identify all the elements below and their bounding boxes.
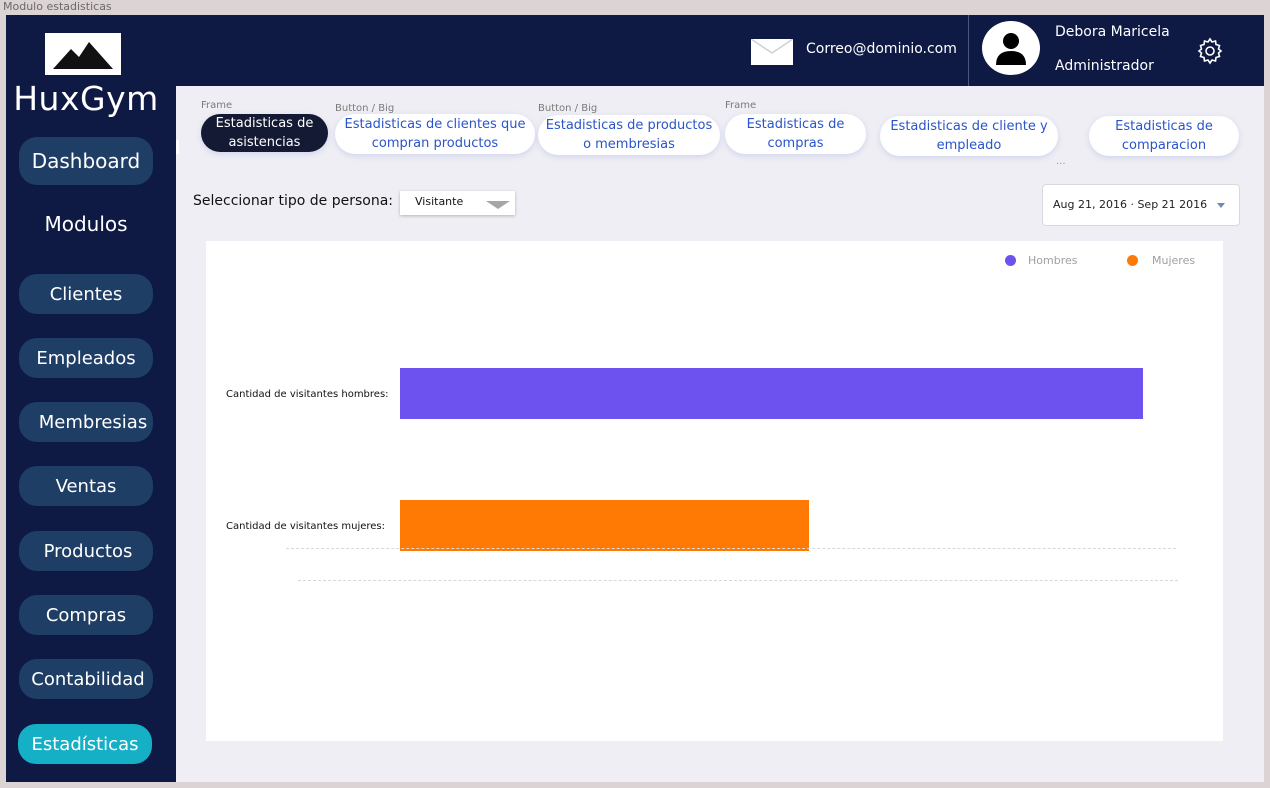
app-frame: HuxGym Dashboard Modulos Clientes Emplea…	[6, 15, 1264, 782]
sidebar-item-clientes[interactable]: Clientes	[19, 274, 153, 314]
bar-label-hombres: Cantidad de visitantes hombres:	[226, 389, 389, 400]
mail-icon[interactable]	[750, 38, 794, 69]
sidebar-notch	[176, 140, 179, 154]
tab-tag: Button / Big	[335, 103, 395, 114]
person-type-value: Visitante	[415, 195, 464, 208]
sidebar-item-estadisticas[interactable]: Estadísticas	[18, 724, 152, 764]
attendance-chart: Hombres Mujeres Cantidad de visitantes h…	[206, 241, 1223, 741]
date-range-value: Aug 21, 2016 · Sep 21 2016	[1053, 198, 1208, 211]
legend-label-mujeres: Mujeres	[1152, 254, 1196, 267]
person-type-label: Seleccionar tipo de persona:	[193, 193, 394, 209]
tab-tag: Frame	[725, 100, 757, 111]
sidebar-item-compras[interactable]: Compras	[19, 595, 153, 635]
tab-comparacion[interactable]: Estadisticas de comparacion	[1089, 116, 1239, 156]
modules-heading: Modulos	[44, 212, 128, 236]
window-title: Modulo estadisticas	[3, 0, 112, 13]
tab-line: o membresias	[583, 137, 675, 152]
top-header: Correo@dominio.com Debora Maricela Admin…	[176, 15, 1264, 86]
bar-hombres	[400, 368, 1143, 419]
user-role: Administrador	[1055, 58, 1154, 74]
sidebar-item-contabilidad[interactable]: Contabilidad	[19, 659, 153, 699]
sidebar-item-ventas[interactable]: Ventas	[19, 466, 153, 506]
tabs-overflow: ...	[1056, 156, 1066, 167]
tab-line: Estadisticas de	[215, 116, 314, 131]
date-range-picker[interactable]: Aug 21, 2016 · Sep 21 2016	[1042, 184, 1240, 226]
tab-tag: Frame	[201, 100, 233, 111]
avatar-icon[interactable]	[982, 21, 1040, 79]
brand-name: HuxGym	[13, 79, 159, 118]
chevron-down-icon	[1217, 203, 1225, 208]
tab-line: compran productos	[371, 136, 499, 151]
person-type-select[interactable]: Visitante	[400, 191, 515, 215]
sidebar-item-productos[interactable]: Productos	[19, 531, 153, 571]
bar-mujeres	[400, 500, 809, 551]
tab-line: Estadisticas de clientes que	[344, 117, 526, 132]
dashboard-button[interactable]: Dashboard	[19, 137, 153, 185]
sidebar: HuxGym Dashboard Modulos Clientes Emplea…	[6, 15, 176, 782]
bar-label-mujeres: Cantidad de visitantes mujeres:	[226, 521, 385, 532]
tab-compras[interactable]: Estadisticas de compras	[725, 114, 866, 154]
legend-dot-hombres	[1005, 255, 1016, 266]
user-email: Correo@dominio.com	[806, 41, 957, 57]
mountain-logo-icon	[45, 33, 121, 75]
tab-asistencias[interactable]: Estadisticas de asistencias	[201, 114, 328, 152]
tab-line: comparacion	[1121, 138, 1207, 153]
gear-icon[interactable]	[1196, 37, 1224, 69]
tab-tag: Button / Big	[538, 103, 598, 114]
header-divider	[968, 15, 969, 86]
user-name: Debora Maricela	[1055, 24, 1170, 40]
grid-line	[298, 580, 1178, 581]
chevron-down-icon	[486, 201, 510, 209]
tab-productos-membresias[interactable]: Estadisticas de productos o membresias	[538, 115, 720, 155]
tab-clientes-productos[interactable]: Estadisticas de clientes que compran prod…	[335, 114, 535, 154]
legend-label-hombres: Hombres	[1028, 254, 1078, 267]
tab-line: Estadisticas de cliente y	[890, 119, 1048, 134]
legend-dot-mujeres	[1127, 255, 1138, 266]
tab-cliente-empleado[interactable]: Estadisticas de cliente y empleado	[880, 116, 1058, 156]
tab-line: asistencias	[228, 135, 301, 150]
sidebar-item-empleados[interactable]: Empleados	[19, 338, 153, 378]
tab-line: Estadisticas de	[746, 117, 845, 132]
sidebar-item-membresias[interactable]: Membresias	[19, 402, 153, 442]
grid-line	[286, 548, 1176, 549]
tab-line: Estadisticas de	[1115, 119, 1213, 134]
tab-line: Estadisticas de productos	[545, 118, 713, 133]
tab-line: compras	[767, 136, 824, 151]
tab-line: empleado	[936, 138, 1002, 153]
